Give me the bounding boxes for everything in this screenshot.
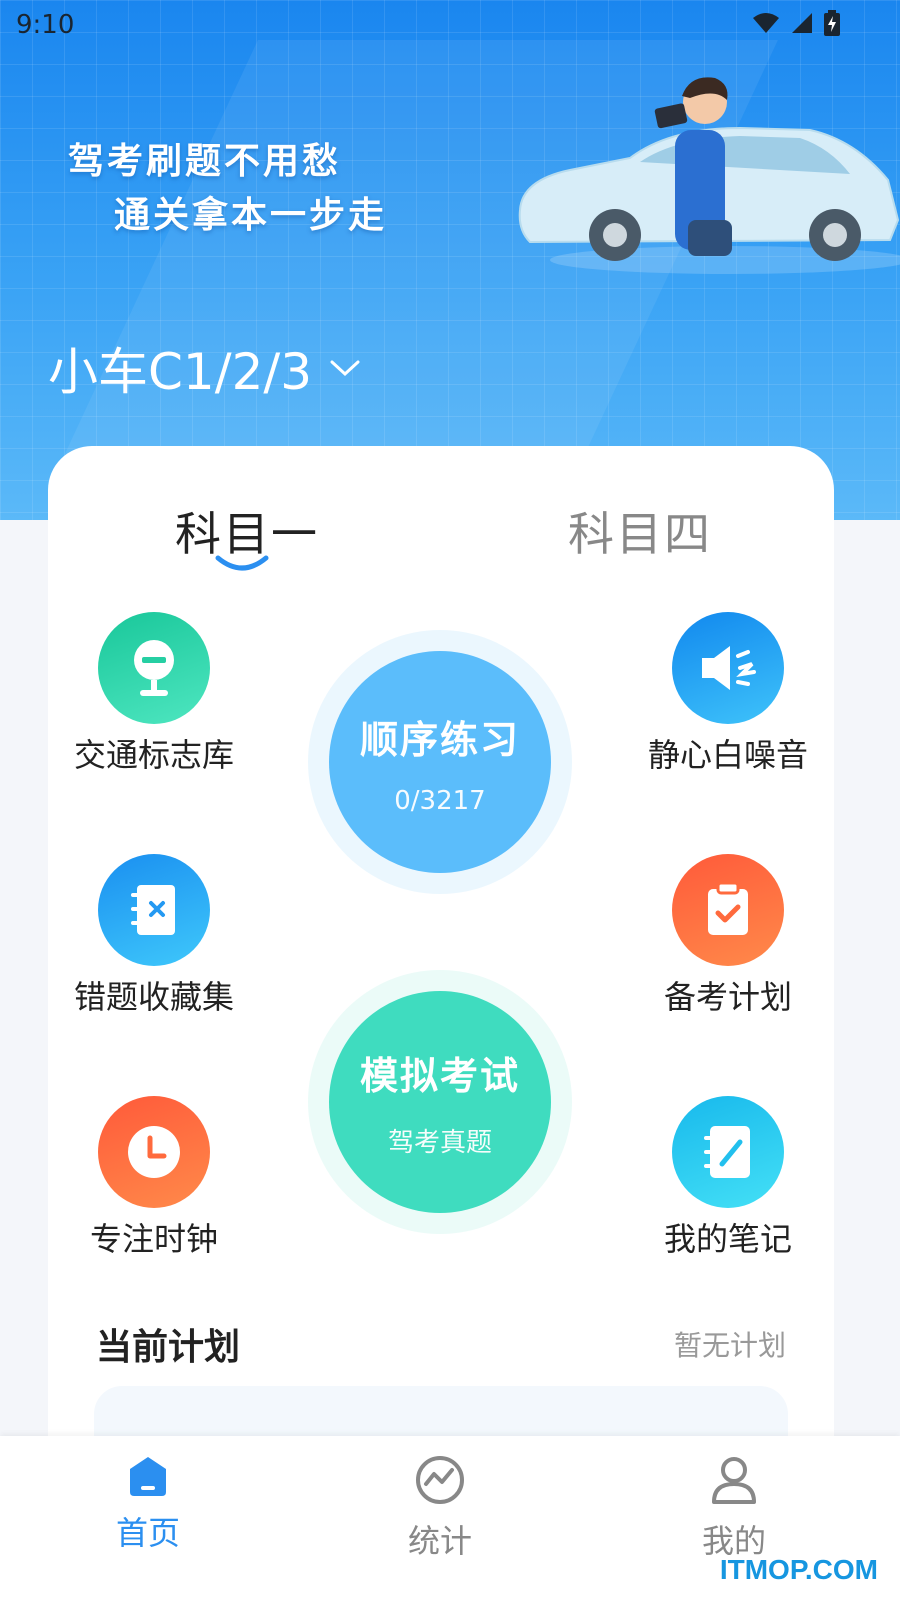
signal-icon: [792, 13, 812, 33]
home-icon: [130, 1457, 166, 1496]
speaker-icon: [672, 612, 784, 724]
current-plan-status[interactable]: 暂无计划: [674, 1324, 786, 1364]
focus-clock-label: 专注时钟: [89, 1220, 218, 1258]
license-type-label: 小车C1/2/3: [48, 343, 313, 401]
note-pen-icon: [672, 1096, 784, 1208]
sequential-practice-button[interactable]: 顺序练习 0/3217: [308, 630, 572, 894]
wifi-icon: [753, 13, 779, 33]
status-icons: [752, 10, 840, 36]
wrong-questions-button[interactable]: 错题收藏集: [54, 854, 254, 1018]
clock-icon: [98, 1096, 210, 1208]
traffic-signs-label: 交通标志库: [73, 736, 234, 774]
traffic-signs-button[interactable]: 交通标志库: [54, 612, 254, 776]
my-notes-label: 我的笔记: [663, 1220, 792, 1258]
car-illustration: [518, 77, 900, 274]
nav-profile[interactable]: 我的: [654, 1454, 814, 1562]
tab-subject-four[interactable]: 科目四: [568, 498, 712, 564]
clipboard-check-icon: [672, 854, 784, 966]
wrong-questions-label: 错题收藏集: [73, 978, 234, 1016]
mock-exam-subtitle: 驾考真题: [387, 1128, 492, 1158]
nav-home-label: 首页: [115, 1514, 180, 1552]
sequential-practice-progress: 0/3217: [394, 785, 486, 816]
license-type-selector[interactable]: 小车C1/2/3: [48, 332, 360, 404]
slogan-line2: 通关拿本一步走: [114, 195, 388, 236]
slogan-line1: 驾考刷题不用愁: [68, 141, 342, 182]
traffic-sign-icon: [98, 612, 210, 724]
chevron-down-icon: [330, 360, 360, 377]
nav-home[interactable]: 首页: [68, 1454, 228, 1554]
white-noise-label: 静心白噪音: [647, 736, 808, 774]
white-noise-button[interactable]: 静心白噪音: [628, 612, 828, 776]
nav-stats-label: 统计: [407, 1522, 472, 1560]
mock-exam-button[interactable]: 模拟考试 驾考真题: [308, 970, 572, 1234]
mock-exam-circle: 模拟考试 驾考真题: [329, 991, 551, 1213]
sequential-practice-circle: 顺序练习 0/3217: [329, 651, 551, 873]
watermark: ITMOP.COM: [719, 1554, 878, 1585]
study-plan-button[interactable]: 备考计划: [628, 854, 828, 1018]
current-plan-title: 当前计划: [96, 1327, 241, 1368]
chart-icon: [416, 1456, 464, 1504]
status-bar: 9:10: [0, 0, 900, 48]
nav-stats[interactable]: 统计: [360, 1454, 520, 1562]
status-time: 9:10: [16, 10, 75, 40]
notebook-x-icon: [98, 854, 210, 966]
my-notes-button[interactable]: 我的笔记: [628, 1096, 828, 1260]
study-plan-label: 备考计划: [663, 978, 792, 1016]
focus-clock-button[interactable]: 专注时钟: [54, 1096, 254, 1260]
battery-icon: [824, 10, 840, 36]
tab-active-indicator: [215, 555, 269, 571]
mock-exam-title: 模拟考试: [359, 1054, 520, 1098]
user-icon: [712, 1457, 756, 1504]
sequential-practice-title: 顺序练习: [359, 717, 520, 762]
